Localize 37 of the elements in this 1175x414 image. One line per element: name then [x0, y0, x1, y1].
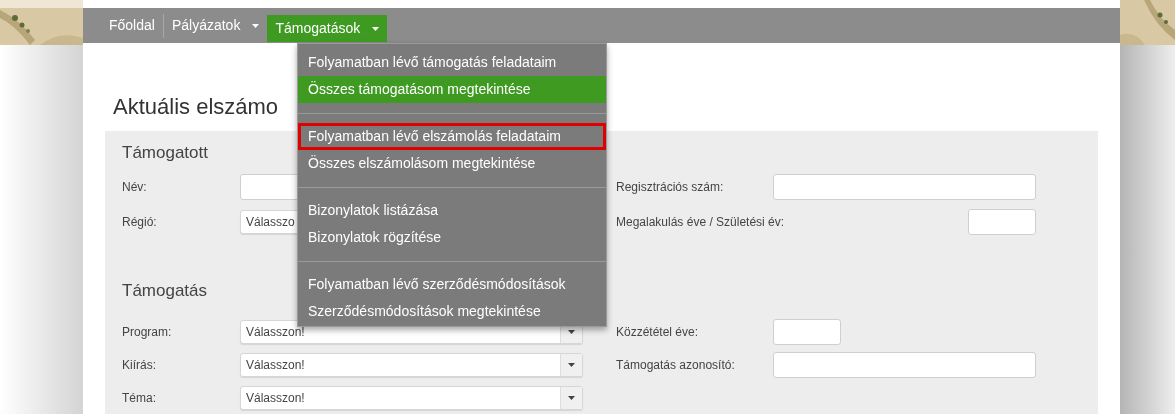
caret-icon — [568, 363, 575, 367]
select-toggle[interactable] — [560, 387, 582, 409]
select-toggle[interactable] — [560, 354, 582, 376]
field-label: Téma: — [122, 390, 157, 406]
field-label: Kiírás: — [122, 357, 157, 373]
select-value: Válasszon! — [246, 357, 305, 374]
menu-item[interactable]: Összes támogatásom megtekintése — [298, 76, 606, 103]
menu-item[interactable]: Folyamatban lévő szerződésmódosítások — [298, 271, 606, 298]
select-value: Válasszo — [246, 214, 295, 231]
select-field[interactable]: Válasszon! — [240, 386, 583, 410]
menu-item[interactable]: Folyamatban lévő támogatás feladataim — [298, 49, 606, 76]
select-value: Válasszon! — [246, 390, 305, 407]
menu-item[interactable]: Összes elszámolásom megtekintése — [298, 150, 606, 177]
input-field[interactable] — [773, 352, 1036, 378]
nav-tab[interactable]: Pályázatok — [163, 8, 268, 43]
select-field[interactable]: Válasszon! — [240, 353, 583, 377]
section-title: Támogatás — [122, 280, 208, 302]
input-field[interactable] — [773, 319, 841, 345]
nav-tab[interactable]: Támogatások — [267, 15, 388, 42]
field-label: Támogatás azonosító: — [616, 357, 736, 373]
menu-item[interactable]: Folyamatban lévő elszámolás feladataim — [298, 123, 606, 150]
menu-item[interactable]: Bizonylatok rögzítése — [298, 224, 606, 251]
caret-icon — [568, 396, 575, 400]
field-label: Megalakulás éve / Születési év: — [616, 214, 785, 230]
menu-item[interactable]: Bizonylatok listázása — [298, 197, 606, 224]
field-label: Régió: — [122, 214, 158, 230]
field-label: Program: — [122, 324, 173, 340]
input-field[interactable] — [968, 209, 1036, 235]
section-title: Támogatott — [122, 142, 208, 164]
field-label: Név: — [122, 179, 148, 195]
input-field[interactable] — [773, 174, 1036, 200]
field-label: Regisztrációs szám: — [616, 179, 725, 195]
field-label: Közzététel éve: — [616, 324, 700, 340]
caret-icon — [568, 330, 575, 334]
page-heading: Aktuális elszámo — [113, 93, 279, 121]
select-value: Válasszon! — [246, 324, 305, 341]
nav-tab[interactable]: Főoldal — [101, 8, 163, 43]
